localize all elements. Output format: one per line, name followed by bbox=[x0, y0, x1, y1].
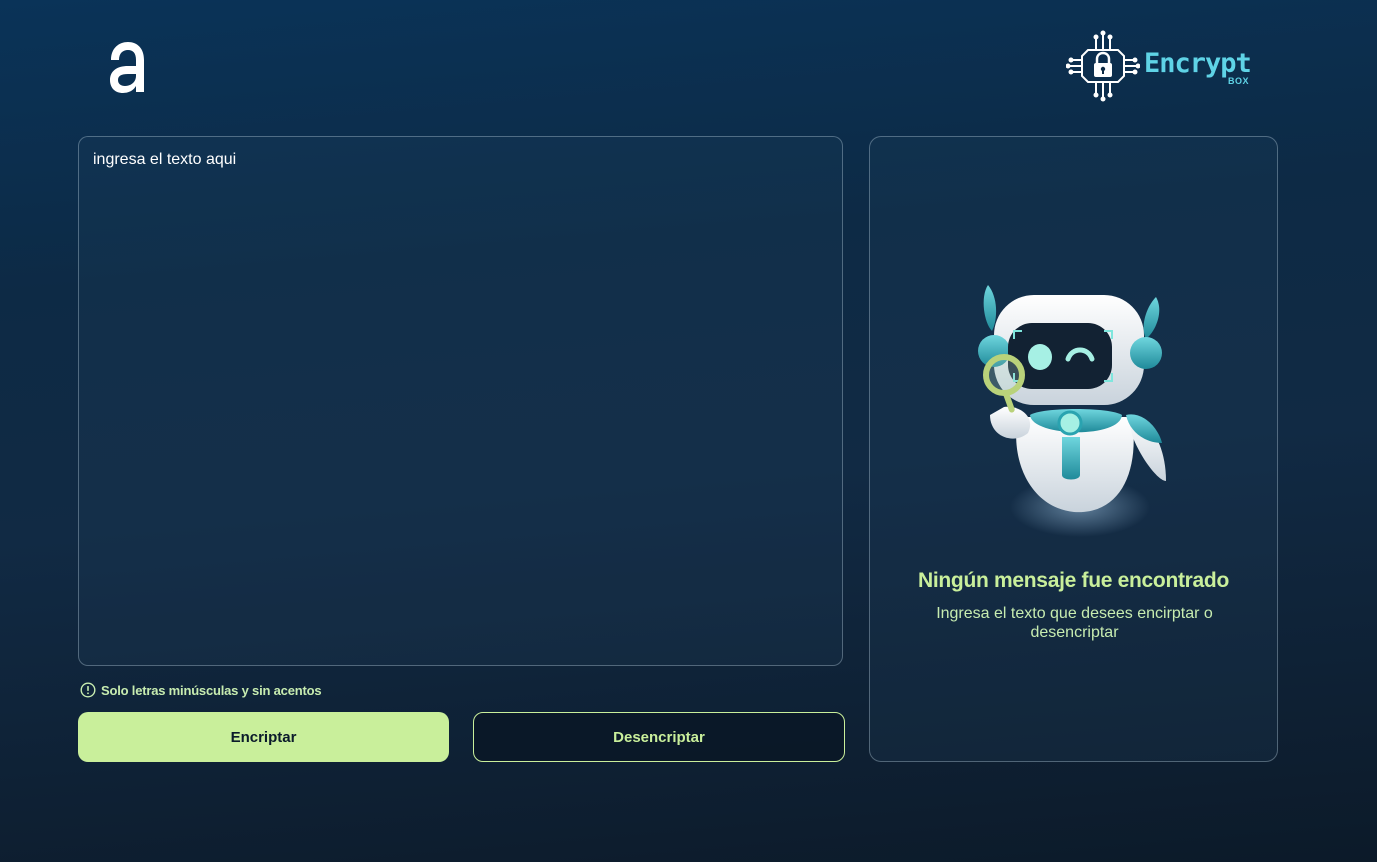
hint-text: Solo letras minúsculas y sin acentos bbox=[101, 682, 322, 698]
robot-magnifier-illustration bbox=[978, 285, 1166, 537]
output-panel: Ningún mensaje fue encontrado Ingresa el… bbox=[869, 136, 1278, 762]
output-description: Ingresa el texto que desees encirptar o … bbox=[936, 605, 1213, 641]
input-hint: Solo letras minúsculas y sin acentos bbox=[80, 681, 322, 699]
brand-sub: BOX bbox=[1228, 76, 1250, 86]
alura-logo-icon[interactable] bbox=[106, 38, 150, 96]
exclamation-circle-icon bbox=[80, 682, 96, 698]
brand-name: Encrypt bbox=[1144, 48, 1252, 79]
input-panel bbox=[78, 136, 843, 666]
encrypt-button[interactable]: Encriptar bbox=[78, 712, 449, 762]
brand-logo: Encrypt BOX bbox=[1066, 30, 1266, 102]
output-title: Ningún mensaje fue encontrado bbox=[917, 569, 1229, 592]
circuit-lock-icon bbox=[1066, 30, 1140, 102]
decrypt-button[interactable]: Desencriptar bbox=[473, 712, 845, 762]
text-input[interactable] bbox=[79, 137, 842, 665]
